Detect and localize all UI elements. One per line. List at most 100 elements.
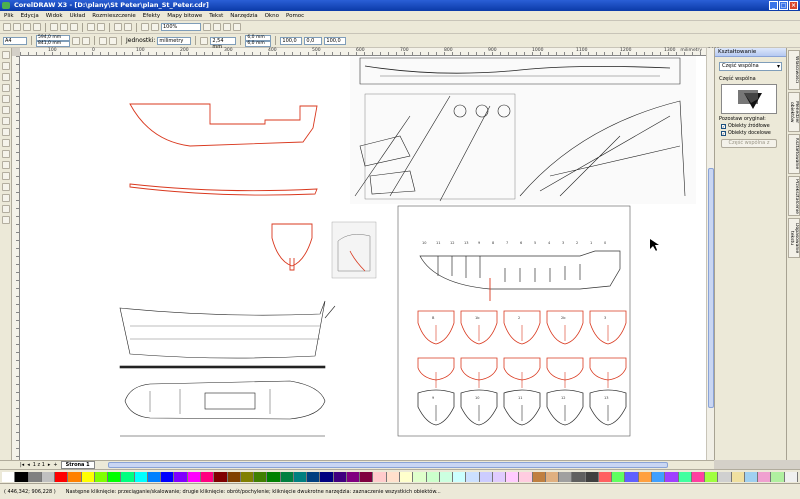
palette-swatch[interactable] xyxy=(174,472,188,482)
full-screen-icon[interactable] xyxy=(203,23,211,31)
palette-swatch[interactable] xyxy=(744,472,759,482)
docker-tab[interactable]: Menedżer obiektów xyxy=(788,92,800,132)
palette-swatch[interactable] xyxy=(267,472,281,482)
nudge-field[interactable]: 2,54 mm xyxy=(210,36,237,50)
scale-x-field[interactable]: 100,0 xyxy=(280,36,303,45)
open-icon[interactable] xyxy=(13,23,21,31)
polygon-tool-icon[interactable] xyxy=(1,139,10,147)
menu-item[interactable]: Efekty xyxy=(143,13,160,19)
palette-swatch[interactable] xyxy=(506,472,520,482)
all-pages-icon[interactable] xyxy=(99,36,107,45)
palette-swatch[interactable] xyxy=(678,472,692,482)
palette-swatch[interactable] xyxy=(280,472,294,482)
palette-swatch[interactable] xyxy=(519,472,533,482)
docker-tab[interactable]: Przekształcenie xyxy=(788,176,800,216)
redo-icon[interactable] xyxy=(97,23,105,31)
horizontal-ruler[interactable]: milimetry 100 0 100 200 300 400 500 600 700 800 90… xyxy=(20,48,719,56)
app-launcher-icon[interactable] xyxy=(141,23,149,31)
palette-swatch[interactable] xyxy=(240,472,255,482)
palette-swatch[interactable] xyxy=(386,472,400,482)
ellipse-tool-icon[interactable] xyxy=(1,128,10,136)
menu-item[interactable]: Układ xyxy=(70,13,86,19)
interactive-fill-icon[interactable] xyxy=(1,216,10,224)
duplicate-y-field[interactable]: 6,0 mm xyxy=(245,40,272,47)
basic-shapes-icon[interactable] xyxy=(1,150,10,158)
prev-page-icon[interactable]: ◂ xyxy=(27,462,30,468)
palette-swatch[interactable] xyxy=(254,472,268,482)
next-page-icon[interactable]: ▸ xyxy=(48,462,51,468)
menu-item[interactable]: Pomoc xyxy=(286,13,304,19)
horizontal-scrollbar[interactable] xyxy=(107,462,668,468)
menu-item[interactable]: Tekst xyxy=(209,13,223,19)
add-page-icon[interactable]: + xyxy=(53,462,57,468)
palette-swatch[interactable] xyxy=(134,472,148,482)
palette-swatch[interactable] xyxy=(598,472,613,482)
save-icon[interactable] xyxy=(23,23,31,31)
palette-swatch[interactable] xyxy=(585,472,599,482)
menu-item[interactable]: Mapy bitowe xyxy=(167,13,202,19)
palette-swatch[interactable] xyxy=(439,472,454,482)
palette-swatch[interactable] xyxy=(492,472,507,482)
paper-size-select[interactable]: A4 xyxy=(3,36,27,45)
scale-y-field[interactable]: 100,0 xyxy=(324,36,347,45)
intersect-apply-button[interactable]: Część wspólna z xyxy=(721,139,777,148)
palette-swatch[interactable] xyxy=(28,472,42,482)
palette-swatch[interactable] xyxy=(147,472,162,482)
menu-item[interactable]: Okno xyxy=(265,13,279,19)
palette-swatch[interactable] xyxy=(559,472,573,482)
snap-guides-icon[interactable] xyxy=(223,23,231,31)
current-page-icon[interactable] xyxy=(109,36,117,45)
palette-swatch[interactable] xyxy=(758,472,772,482)
palette-swatch[interactable] xyxy=(705,472,719,482)
palette-swatch[interactable] xyxy=(214,472,228,482)
palette-swatch[interactable] xyxy=(161,472,175,482)
vertical-ruler[interactable] xyxy=(12,56,20,460)
menu-item[interactable]: Widok xyxy=(46,13,63,19)
palette-swatch[interactable] xyxy=(15,472,29,482)
maximize-button[interactable]: □ xyxy=(779,1,788,10)
palette-swatch[interactable] xyxy=(665,472,679,482)
palette-swatch[interactable] xyxy=(426,472,440,482)
palette-swatch[interactable] xyxy=(718,472,732,482)
palette-swatch[interactable] xyxy=(307,472,321,482)
palette-swatch[interactable] xyxy=(41,472,56,482)
freehand-tool-icon[interactable] xyxy=(1,95,10,103)
palette-swatch[interactable] xyxy=(413,472,427,482)
palette-swatch[interactable] xyxy=(466,472,480,482)
palette-swatch[interactable] xyxy=(346,472,361,482)
keep-source-option[interactable]: ✓ Obiekty źródłowe xyxy=(721,124,780,129)
palette-swatch[interactable] xyxy=(625,472,639,482)
units-select[interactable]: milimetry xyxy=(157,36,192,45)
palette-swatch[interactable] xyxy=(293,472,308,482)
interactive-blend-icon[interactable] xyxy=(1,172,10,180)
portrait-icon[interactable] xyxy=(72,36,80,45)
zoom-level-field[interactable]: 100% xyxy=(161,23,201,31)
palette-swatch[interactable] xyxy=(55,472,69,482)
pick-tool-icon[interactable] xyxy=(1,51,10,59)
palette-swatch[interactable] xyxy=(68,472,82,482)
palette-swatch[interactable] xyxy=(200,472,215,482)
palette-swatch[interactable] xyxy=(453,472,467,482)
palette-swatch[interactable] xyxy=(479,472,493,482)
smart-fill-icon[interactable] xyxy=(1,106,10,114)
angle-field[interactable]: 0,0 xyxy=(304,36,323,45)
shape-tool-icon[interactable] xyxy=(1,62,10,70)
docker-tab[interactable]: Dopasowanie tekstu xyxy=(788,218,800,258)
paste-icon[interactable] xyxy=(70,23,78,31)
copy-icon[interactable] xyxy=(60,23,68,31)
snap-grid-icon[interactable] xyxy=(213,23,221,31)
palette-swatch[interactable] xyxy=(399,472,414,482)
palette-swatch[interactable] xyxy=(373,472,387,482)
palette-swatch[interactable] xyxy=(108,472,122,482)
zoom-tool-icon[interactable] xyxy=(1,84,10,92)
palette-swatch[interactable] xyxy=(2,472,16,482)
shaping-mode-select[interactable]: Część wspólna xyxy=(719,62,782,71)
menu-item[interactable]: Plik xyxy=(4,13,14,19)
fill-tool-icon[interactable] xyxy=(1,205,10,213)
page-height-field[interactable]: 841,0 mm xyxy=(36,40,70,47)
palette-swatch[interactable] xyxy=(612,472,626,482)
palette-swatch[interactable] xyxy=(572,472,586,482)
palette-swatch[interactable] xyxy=(731,472,745,482)
palette-swatch[interactable] xyxy=(81,472,95,482)
palette-swatch[interactable] xyxy=(691,472,706,482)
